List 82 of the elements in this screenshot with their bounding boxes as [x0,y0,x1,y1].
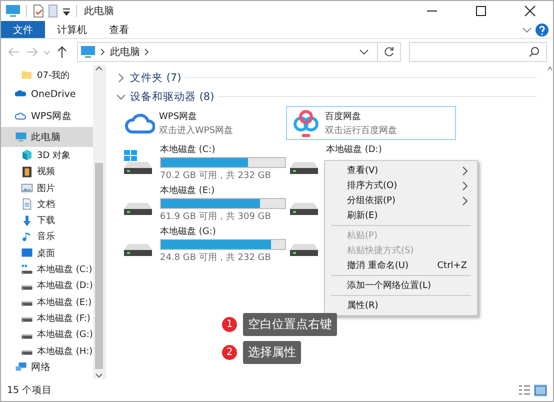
menu-item[interactable]: 添加一个网络位置(L) [325,278,477,293]
details-view-icon[interactable] [518,384,531,396]
up-arrow-icon[interactable] [55,45,69,59]
help-icon[interactable] [535,22,549,36]
sidebar-item[interactable]: WPS网盘 [1,105,93,128]
search-field[interactable] [409,42,547,62]
callout-label: 空白位置点右键 [243,313,337,336]
picture-icon [21,182,33,194]
sidebar-item[interactable]: 本地磁盘 (E:) [1,294,93,310]
cube-icon [21,149,33,162]
scroll-up-icon[interactable] [93,65,105,73]
music-note-icon [21,230,33,243]
chevron-down-icon[interactable] [116,92,126,102]
sidebar-item[interactable]: 音乐 [1,228,93,246]
large-icons-view-icon[interactable] [534,384,547,396]
drive-name[interactable]: 本地磁盘 (E:) [160,184,286,197]
group-header[interactable]: 设备和驱动器 (8) [130,90,214,104]
monitor-icon [21,247,33,260]
refresh-icon[interactable] [383,46,395,58]
document-icon [21,198,33,210]
sidebar-item[interactable]: 视频 [1,164,93,180]
film-icon [21,166,33,178]
sidebar-item[interactable]: 3D 对象 [1,147,93,164]
chevron-right-icon[interactable] [143,46,151,58]
folder-icon [21,69,33,82]
tile-title: 百度网盘 [325,110,362,122]
sidebar-item[interactable]: 桌面 [1,245,93,262]
address-bar[interactable]: 此电脑 [77,42,401,62]
tile-title: WPS网盘 [159,110,198,122]
drive-name[interactable]: 本地磁盘 (C:) [160,143,286,156]
scroll-down-icon[interactable] [93,371,105,379]
menu-item[interactable]: 属性(R) [325,298,477,313]
tile-subtitle: 双击运行百度网盘 [325,124,397,136]
sidebar-item[interactable]: 本地磁盘 (G:) [1,326,93,343]
cloud-icon [15,110,27,122]
menu-item[interactable]: 分组依据(P) [325,193,477,208]
menu-item[interactable]: 查看(V) [325,163,477,178]
item-count: 15 个项目 [7,384,52,396]
computer-icon [80,45,96,59]
sidebar-item[interactable]: OneDrive [1,83,93,106]
drive-name[interactable]: 本地磁盘 (D:) [326,143,382,156]
search-icon [528,46,540,58]
computer-icon [5,4,21,18]
scroll-up-icon[interactable] [547,65,553,73]
app-logo-icon [291,108,321,138]
sidebar-item[interactable]: 本地磁盘 (C:) [1,261,93,278]
menu-item[interactable]: 刷新(E) [325,208,477,223]
tile-subtitle: 双击进入WPS网盘 [159,124,234,136]
menu-item[interactable]: 排序方式(O) [325,178,477,193]
down-arrow-icon [21,214,33,227]
group-header[interactable]: 文件夹 (7) [130,70,182,84]
ribbon-tab[interactable]: 计算机 [47,21,97,38]
sidebar-item[interactable]: 文档 [1,196,93,212]
shortcut-text: Ctrl+Z [437,260,467,270]
step-number: 2 [222,345,237,360]
breadcrumb[interactable]: 此电脑 [110,45,140,59]
computer-icon [15,131,27,144]
chevron-right-icon[interactable] [116,72,126,82]
sidebar-item[interactable]: 07-我的 [1,67,93,84]
network-icon [15,361,27,374]
drive-name[interactable]: 本地磁盘 (G:) [160,225,286,238]
callout-label: 选择属性 [243,341,301,364]
drive-icon [21,264,33,276]
sidebar-item[interactable]: 本地磁盘 (D:) [1,278,93,294]
drive-space: 61.9 GB 可用，共 309 GB [160,210,272,223]
ribbon-tab[interactable]: 文件 [1,21,45,38]
properties-icon[interactable] [32,4,44,18]
app-tile[interactable]: 百度网盘 双击运行百度网盘 [286,106,456,140]
window-title: 此电脑 [84,4,114,18]
sidebar-item[interactable]: 此电脑 [1,127,93,148]
chevron-right-icon [99,46,107,58]
sidebar-item[interactable]: 下载 [1,212,93,229]
sidebar-item[interactable]: 图片 [1,180,93,196]
scroll-thumb[interactable] [95,163,103,369]
drive-space: 24.8 GB 可用，共 232 GB [160,252,272,264]
sidebar-item[interactable]: 网络 [1,359,93,376]
drive-space: 70.2 GB 可用，共 232 GB [160,170,272,182]
ribbon-tab[interactable]: 查看 [99,21,139,38]
menu-item[interactable]: 撤消 重命名(U) Ctrl+Z [325,258,477,273]
sidebar-item[interactable]: 本地磁盘 (F:) [1,310,93,327]
step-number: 1 [222,317,237,332]
sidebar-item[interactable]: 本地磁盘 (H:) [1,342,93,360]
